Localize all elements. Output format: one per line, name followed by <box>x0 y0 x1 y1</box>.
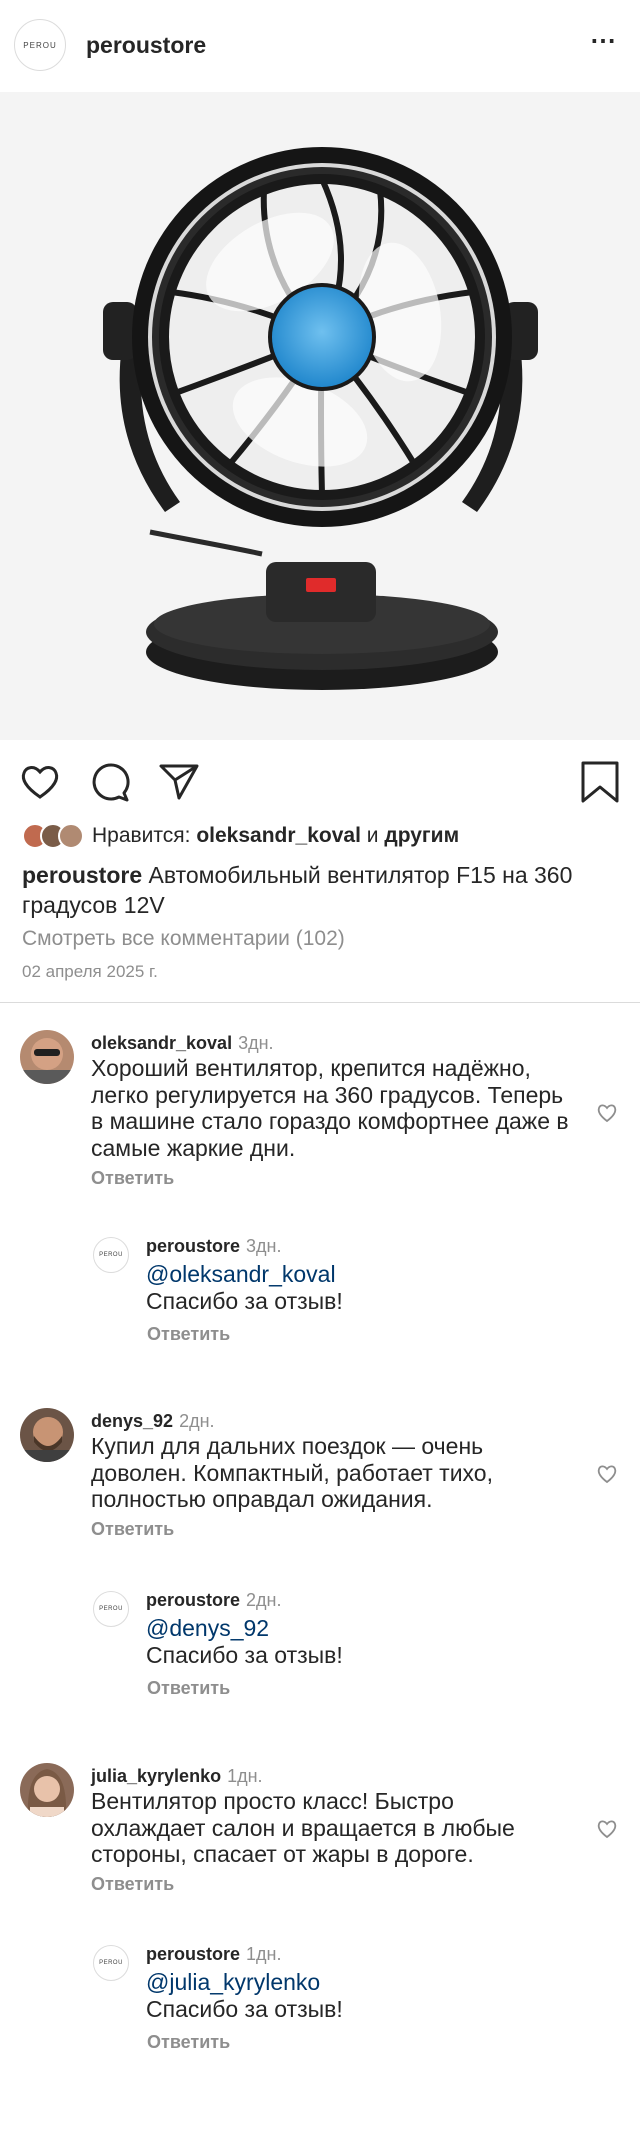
likes-row[interactable]: Нравится: oleksandr_koval и другим <box>22 823 459 849</box>
comment-like-icon[interactable] <box>596 1102 618 1124</box>
reply-logo-text: PEROU <box>99 1252 123 1258</box>
commenter-avatar[interactable] <box>20 1408 74 1462</box>
reply-text: @denys_92 Спасибо за отзыв! <box>146 1615 343 1668</box>
reply-time: 3дн. <box>246 1236 282 1256</box>
post-header: PEROU peroustore ⋯ <box>0 0 640 92</box>
reply-username-text[interactable]: peroustore <box>146 1590 240 1610</box>
commenter-avatar[interactable] <box>20 1763 74 1817</box>
comment-time: 3дн. <box>238 1033 274 1053</box>
account-avatar[interactable]: PEROU <box>14 19 66 71</box>
comment-like-icon[interactable] <box>596 1463 618 1485</box>
likes-user[interactable]: oleksandr_koval <box>196 824 361 847</box>
comment-text: Хороший вентилятор, крепится надёжно, ле… <box>91 1055 569 1161</box>
account-username[interactable]: peroustore <box>86 32 206 59</box>
heart-icon[interactable] <box>18 760 62 804</box>
comment-time: 1дн. <box>227 1766 263 1786</box>
reply-username-text[interactable]: peroustore <box>146 1236 240 1256</box>
logo-text: PEROU <box>23 40 57 50</box>
post-date: 02 апреля 2025 г. <box>22 962 158 981</box>
reply-logo-text: PEROU <box>99 1960 123 1966</box>
comment-username[interactable]: julia_kyrylenko 1дн. <box>91 1766 263 1787</box>
liker-avatar <box>58 823 84 849</box>
reply-avatar[interactable]: PEROU <box>93 1945 129 1981</box>
reply-message: Спасибо за отзыв! <box>146 1641 343 1668</box>
view-all-comments-link[interactable]: Смотреть все комментарии (102) <box>22 927 345 951</box>
likes-others[interactable]: другим <box>384 824 459 847</box>
reply-message: Спасибо за отзыв! <box>146 1287 343 1314</box>
comment-username[interactable]: denys_92 2дн. <box>91 1411 215 1432</box>
reply-mention[interactable]: @julia_kyrylenko <box>146 1969 343 1996</box>
more-icon[interactable]: ⋯ <box>590 27 618 53</box>
reply-text: @oleksandr_koval Спасибо за отзыв! <box>146 1261 343 1314</box>
likes-prefix: Нравится: <box>92 824 191 847</box>
likes-text: Нравится: oleksandr_koval и другим <box>92 824 459 848</box>
reply-button[interactable]: Ответить <box>147 2032 230 2053</box>
caption-username[interactable]: peroustore <box>22 862 142 888</box>
reply-time: 1дн. <box>246 1944 282 1964</box>
reply-button[interactable]: Ответить <box>91 1519 174 1540</box>
reply-button[interactable]: Ответить <box>147 1678 230 1699</box>
post-caption: peroustore Автомобильный вентилятор F15 … <box>22 860 622 920</box>
reply-button[interactable]: Ответить <box>91 1874 174 1895</box>
comment-username-text[interactable]: denys_92 <box>91 1411 173 1431</box>
reply-message: Спасибо за отзыв! <box>146 1995 343 2022</box>
reply-button[interactable]: Ответить <box>91 1168 174 1189</box>
reply-logo-text: PEROU <box>99 1606 123 1612</box>
comment-time: 2дн. <box>179 1411 215 1431</box>
comment-icon[interactable] <box>88 760 132 804</box>
bookmark-icon[interactable] <box>578 760 622 804</box>
divider <box>0 1002 640 1003</box>
action-bar <box>0 760 640 812</box>
face-graphic <box>20 1038 74 1084</box>
comment-like-icon[interactable] <box>596 1818 618 1840</box>
comment-username-text[interactable]: oleksandr_koval <box>91 1033 232 1053</box>
reply-button[interactable]: Ответить <box>147 1324 230 1345</box>
reply-time: 2дн. <box>246 1590 282 1610</box>
reply-username-text[interactable]: peroustore <box>146 1944 240 1964</box>
comment-username[interactable]: oleksandr_koval 3дн. <box>91 1033 274 1054</box>
face-graphic <box>27 1769 67 1817</box>
fan-image <box>103 147 538 690</box>
reply-mention[interactable]: @oleksandr_koval <box>146 1261 343 1288</box>
likes-joiner: и <box>366 824 379 847</box>
reply-username[interactable]: peroustore 3дн. <box>146 1236 282 1257</box>
share-icon[interactable] <box>157 760 201 804</box>
commenter-avatar[interactable] <box>20 1030 74 1084</box>
reply-text: @julia_kyrylenko Спасибо за отзыв! <box>146 1969 343 2022</box>
face-graphic <box>20 1417 74 1462</box>
reply-avatar[interactable]: PEROU <box>93 1591 129 1627</box>
comment-text: Вентилятор просто класс! Быстро охлаждае… <box>91 1788 515 1867</box>
reply-avatar[interactable]: PEROU <box>93 1237 129 1273</box>
reply-username[interactable]: peroustore 2дн. <box>146 1590 282 1611</box>
post-image[interactable] <box>0 92 640 740</box>
reply-username[interactable]: peroustore 1дн. <box>146 1944 282 1965</box>
comment-text: Купил для дальних поездок — очень доволе… <box>91 1433 493 1512</box>
comment-username-text[interactable]: julia_kyrylenko <box>91 1766 221 1786</box>
reply-mention[interactable]: @denys_92 <box>146 1615 343 1642</box>
